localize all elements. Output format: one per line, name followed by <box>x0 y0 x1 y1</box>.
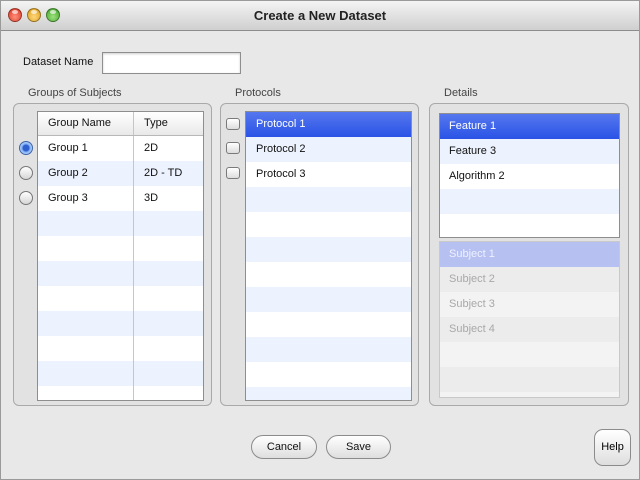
groups-table-header: Group Name Type <box>38 112 203 136</box>
empty-row <box>38 236 203 261</box>
group-radio-2[interactable] <box>19 166 33 180</box>
groups-panel: Group 1 2D Group 2 2D - TD Group 3 3D Gr… <box>13 103 212 406</box>
title-bar: Create a New Dataset <box>1 1 639 31</box>
empty-row <box>38 286 203 311</box>
empty-row <box>440 214 619 237</box>
list-item[interactable]: Feature 1 <box>440 114 619 139</box>
table-row[interactable]: Group 1 2D <box>38 136 203 161</box>
list-item[interactable]: Subject 4 <box>440 317 619 342</box>
header-divider <box>133 112 134 135</box>
group-name-cell: Group 3 <box>48 192 88 204</box>
empty-row <box>246 362 411 387</box>
empty-row <box>38 336 203 361</box>
groups-title: Groups of Subjects <box>28 87 122 99</box>
list-item[interactable]: Protocol 3 <box>246 162 411 187</box>
protocol-label: Protocol 1 <box>256 118 306 130</box>
column-divider <box>133 112 134 400</box>
subject-label: Subject 1 <box>449 248 495 260</box>
feature-label: Algorithm 2 <box>449 170 505 182</box>
protocol-label: Protocol 3 <box>256 168 306 180</box>
empty-row <box>246 387 411 400</box>
group-type-cell: 2D - TD <box>144 167 183 179</box>
subject-label: Subject 2 <box>449 273 495 285</box>
empty-row <box>246 187 411 212</box>
protocols-list: Protocol 1 Protocol 2 Protocol 3 <box>245 111 412 401</box>
feature-label: Feature 1 <box>449 120 497 132</box>
table-row[interactable]: Group 3 3D <box>38 186 203 211</box>
window-title: Create a New Dataset <box>253 8 387 23</box>
column-header-group-name[interactable]: Group Name <box>48 117 111 129</box>
details-panel: Feature 1 Feature 3 Algorithm 2 Subject … <box>429 103 629 406</box>
empty-row <box>38 361 203 386</box>
dataset-name-label: Dataset Name <box>23 56 94 68</box>
details-title: Details <box>444 87 478 99</box>
group-name-cell: Group 1 <box>48 142 88 154</box>
list-item[interactable]: Algorithm 2 <box>440 164 619 189</box>
dataset-name-input[interactable] <box>102 52 241 74</box>
empty-row <box>38 386 203 400</box>
protocols-title: Protocols <box>235 87 281 99</box>
feature-label: Feature 3 <box>449 145 497 157</box>
empty-row <box>440 342 619 367</box>
empty-row <box>440 189 619 214</box>
group-radio-3[interactable] <box>19 191 33 205</box>
list-item[interactable]: Subject 1 <box>440 242 619 267</box>
list-item[interactable]: Protocol 1 <box>246 112 411 137</box>
list-item[interactable]: Protocol 2 <box>246 137 411 162</box>
empty-row <box>38 311 203 336</box>
protocol-checkbox-1[interactable] <box>226 118 240 130</box>
subjects-list: Subject 1 Subject 2 Subject 3 Subject 4 <box>439 241 620 398</box>
group-radio-1[interactable] <box>19 141 33 155</box>
empty-row <box>246 262 411 287</box>
empty-row <box>246 237 411 262</box>
protocols-panel: Protocol 1 Protocol 2 Protocol 3 <box>220 103 419 406</box>
save-button[interactable]: Save <box>326 435 391 459</box>
empty-row <box>246 212 411 237</box>
help-button[interactable]: Help <box>594 429 631 466</box>
column-header-type[interactable]: Type <box>144 117 168 129</box>
groups-table: Group 1 2D Group 2 2D - TD Group 3 3D Gr… <box>37 111 204 401</box>
empty-row <box>246 337 411 362</box>
protocol-checkbox-2[interactable] <box>226 142 240 154</box>
group-name-cell: Group 2 <box>48 167 88 179</box>
list-item[interactable]: Subject 2 <box>440 267 619 292</box>
dialog-window: Create a New Dataset Dataset Name Groups… <box>0 0 640 480</box>
group-type-cell: 3D <box>144 192 159 204</box>
protocol-label: Protocol 2 <box>256 143 306 155</box>
group-type-cell: 2D <box>144 142 159 154</box>
subject-label: Subject 4 <box>449 323 495 335</box>
empty-row <box>38 211 203 236</box>
empty-row <box>440 367 619 392</box>
empty-row <box>246 312 411 337</box>
subject-label: Subject 3 <box>449 298 495 310</box>
list-item[interactable]: Subject 3 <box>440 292 619 317</box>
empty-row <box>38 261 203 286</box>
protocol-checkbox-3[interactable] <box>226 167 240 179</box>
cancel-button[interactable]: Cancel <box>251 435 317 459</box>
features-list: Feature 1 Feature 3 Algorithm 2 <box>439 113 620 238</box>
table-row[interactable]: Group 2 2D - TD <box>38 161 203 186</box>
list-item[interactable]: Feature 3 <box>440 139 619 164</box>
empty-row <box>246 287 411 312</box>
